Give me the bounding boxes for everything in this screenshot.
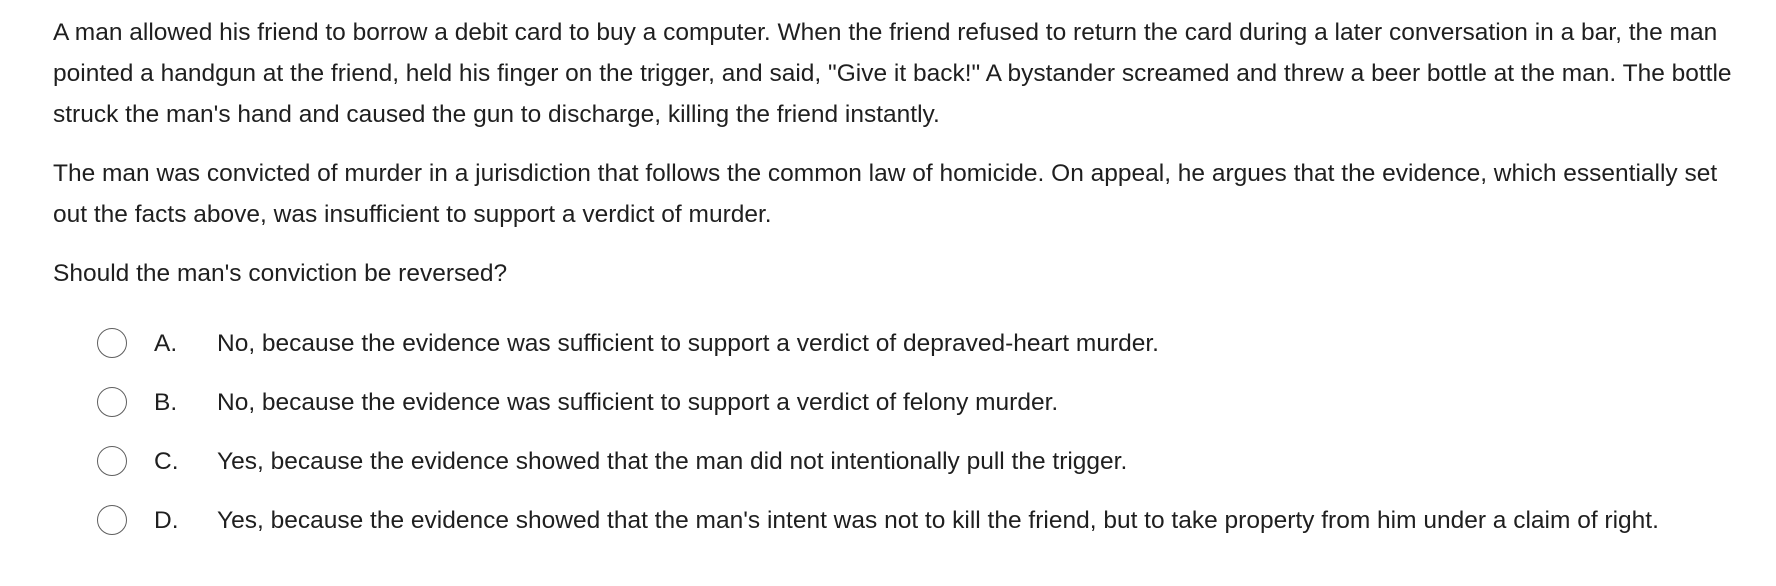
option-letter-b: B. bbox=[154, 389, 178, 416]
answer-options: A. No, because the evidence was sufficie… bbox=[97, 323, 1697, 559]
radio-button-c[interactable] bbox=[97, 446, 127, 476]
question-paragraph-procedure: The man was convicted of murder in a jur… bbox=[53, 160, 1718, 228]
option-text-c: Yes, because the evidence showed that th… bbox=[217, 448, 1128, 475]
answer-option-d[interactable]: D. Yes, because the evidence showed that… bbox=[97, 500, 1697, 541]
answer-option-c[interactable]: C. Yes, because the evidence showed that… bbox=[97, 441, 1697, 482]
option-letter-a: A. bbox=[154, 330, 178, 357]
radio-button-b[interactable] bbox=[97, 387, 127, 417]
radio-button-d[interactable] bbox=[97, 505, 127, 535]
option-text-b: No, because the evidence was sufficient … bbox=[217, 389, 1059, 416]
question-stem: A man allowed his friend to borrow a deb… bbox=[53, 12, 1743, 312]
option-letter-d: D. bbox=[154, 507, 179, 534]
question-paragraph-facts: A man allowed his friend to borrow a deb… bbox=[53, 19, 1732, 128]
answer-option-b[interactable]: B. No, because the evidence was sufficie… bbox=[97, 382, 1697, 423]
answer-option-a[interactable]: A. No, because the evidence was sufficie… bbox=[97, 323, 1697, 364]
option-letter-c: C. bbox=[154, 448, 179, 475]
question-prompt: Should the man's conviction be reversed? bbox=[53, 260, 508, 287]
option-text-a: No, because the evidence was sufficient … bbox=[217, 330, 1159, 357]
option-text-d: Yes, because the evidence showed that th… bbox=[217, 507, 1659, 534]
radio-button-a[interactable] bbox=[97, 328, 127, 358]
